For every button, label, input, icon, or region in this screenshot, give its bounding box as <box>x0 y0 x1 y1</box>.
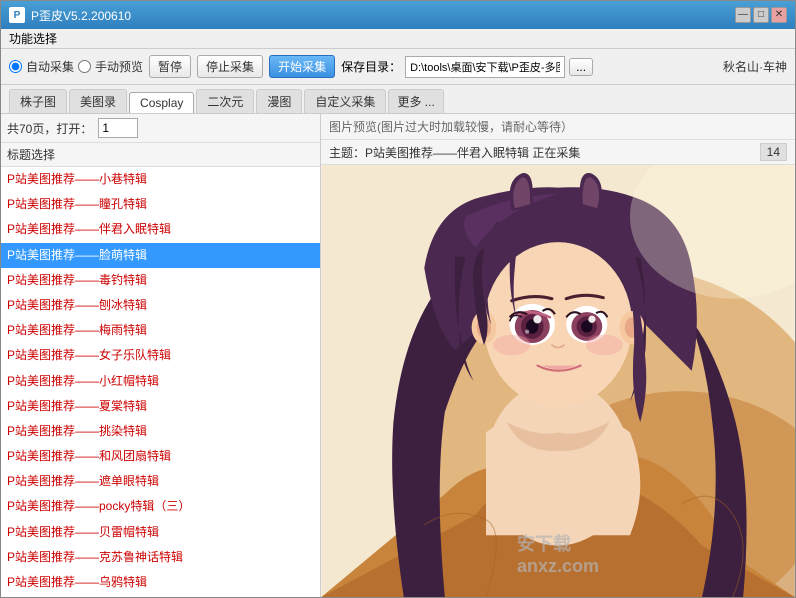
window-controls: — □ ✕ <box>735 7 787 23</box>
capture-mode-group: 自动采集 手动预览 <box>9 58 143 75</box>
title-bar: P P歪皮V5.2.200610 — □ ✕ <box>1 1 795 29</box>
app-icon: P <box>9 7 25 23</box>
manual-preview-label: 手动预览 <box>95 58 143 75</box>
menu-label: 功能选择 <box>9 30 57 47</box>
auto-capture-radio[interactable] <box>9 60 22 73</box>
list-item[interactable]: P站美图推荐——克苏鲁神话特辑 <box>1 545 320 570</box>
list-item[interactable]: P站美图推荐——小红帽特辑 <box>1 369 320 394</box>
preview-area: 安下载anxz.com <box>321 165 795 597</box>
preview-header: 图片预览(图片过大时加载较慢，请耐心等待） <box>321 114 795 140</box>
list-item[interactable]: P站美图推荐——女子乐队特辑 <box>1 343 320 368</box>
pause-button[interactable]: 暂停 <box>149 55 191 78</box>
stop-capture-button[interactable]: 停止采集 <box>197 55 263 78</box>
right-panel: 图片预览(图片过大时加载较慢，请耐心等待） 主题：P站美图推荐——伴君入眠特辑 … <box>321 114 795 597</box>
tab-cosplay[interactable]: Cosplay <box>129 92 194 113</box>
list-item[interactable]: P站美图推荐——小巷特辑 <box>1 167 320 192</box>
tab-erci[interactable]: 二次元 <box>196 89 254 113</box>
list-container[interactable]: P站美图推荐——小巷特辑P站美图推荐——瞳孔特辑P站美图推荐——伴君入眠特辑P站… <box>1 167 320 597</box>
preview-image <box>321 165 795 597</box>
start-capture-button[interactable]: 开始采集 <box>269 55 335 78</box>
list-item[interactable]: P站美图推荐——乌鸦特辑 <box>1 570 320 595</box>
subject-bar: 主题：P站美图推荐——伴君入眠特辑 正在采集 14 <box>321 140 795 165</box>
manual-preview-radio[interactable] <box>78 60 91 73</box>
open-count-input[interactable] <box>98 118 138 138</box>
tab-custom[interactable]: 自定义采集 <box>304 89 386 113</box>
tab-meitu[interactable]: 美图录 <box>69 89 127 113</box>
close-button[interactable]: ✕ <box>771 7 787 23</box>
list-item[interactable]: P站美图推荐——瞳孔特辑 <box>1 192 320 217</box>
tab-bar: 株子图 美图录 Cosplay 二次元 漫图 自定义采集 更多 ... <box>1 85 795 114</box>
tab-zhizi[interactable]: 株子图 <box>9 89 67 113</box>
count-label: 共70页，打开： <box>7 120 92 137</box>
right-label: 秋名山·车神 <box>723 58 787 75</box>
save-dir-label: 保存目录： <box>341 58 401 75</box>
list-item[interactable]: P站美图推荐——刨冰特辑 <box>1 293 320 318</box>
list-item[interactable]: P站美图推荐——脸萌特辑 <box>1 243 320 268</box>
maximize-button[interactable]: □ <box>753 7 769 23</box>
save-dir-input[interactable] <box>405 56 565 78</box>
list-item[interactable]: P站美图推荐——贝雷帽特辑 <box>1 520 320 545</box>
minimize-button[interactable]: — <box>735 7 751 23</box>
list-item[interactable]: P站美图推荐——和风团扇特辑 <box>1 444 320 469</box>
window-title: P歪皮V5.2.200610 <box>31 7 131 24</box>
auto-capture-label: 自动采集 <box>26 58 74 75</box>
list-item[interactable]: P站美图推荐——伴君入眠特辑 <box>1 217 320 242</box>
main-window: P P歪皮V5.2.200610 — □ ✕ 功能选择 自动采集 手动预览 暂停… <box>0 0 796 598</box>
left-panel-toolbar: 共70页，打开： <box>1 114 320 143</box>
list-item[interactable]: P站美图推荐——毒钓特辑 <box>1 268 320 293</box>
tab-more[interactable]: 更多 ... <box>388 89 443 113</box>
tab-manga[interactable]: 漫图 <box>256 89 302 113</box>
toolbar: 自动采集 手动预览 暂停 停止采集 开始采集 保存目录： ... 秋名山·车神 <box>1 49 795 85</box>
tag-select-label: 标题选择 <box>7 148 55 162</box>
content-area: 共70页，打开： 标题选择 P站美图推荐——小巷特辑P站美图推荐——瞳孔特辑P站… <box>1 114 795 597</box>
list-item[interactable]: P站美图推荐——遮单眼特辑 <box>1 469 320 494</box>
list-item[interactable]: P站美图推荐——梅雨特辑 <box>1 318 320 343</box>
list-item[interactable]: P站美图推荐——夏棠特辑 <box>1 394 320 419</box>
menu-bar: 功能选择 <box>1 29 795 49</box>
subject-label: 主题：P站美图推荐——伴君入眠特辑 正在采集 <box>329 144 580 161</box>
left-panel: 共70页，打开： 标题选择 P站美图推荐——小巷特辑P站美图推荐——瞳孔特辑P站… <box>1 114 321 597</box>
save-dir-group: 保存目录： ... <box>341 56 593 78</box>
subject-count: 14 <box>760 143 787 161</box>
list-item[interactable]: P站美图推荐——冰其林球特辑 <box>1 595 320 597</box>
list-item[interactable]: P站美图推荐——挑染特辑 <box>1 419 320 444</box>
tag-select-bar: 标题选择 <box>1 143 320 167</box>
save-dir-browse-button[interactable]: ... <box>569 58 593 76</box>
list-item[interactable]: P站美图推荐——pocky特辑（三） <box>1 494 320 519</box>
